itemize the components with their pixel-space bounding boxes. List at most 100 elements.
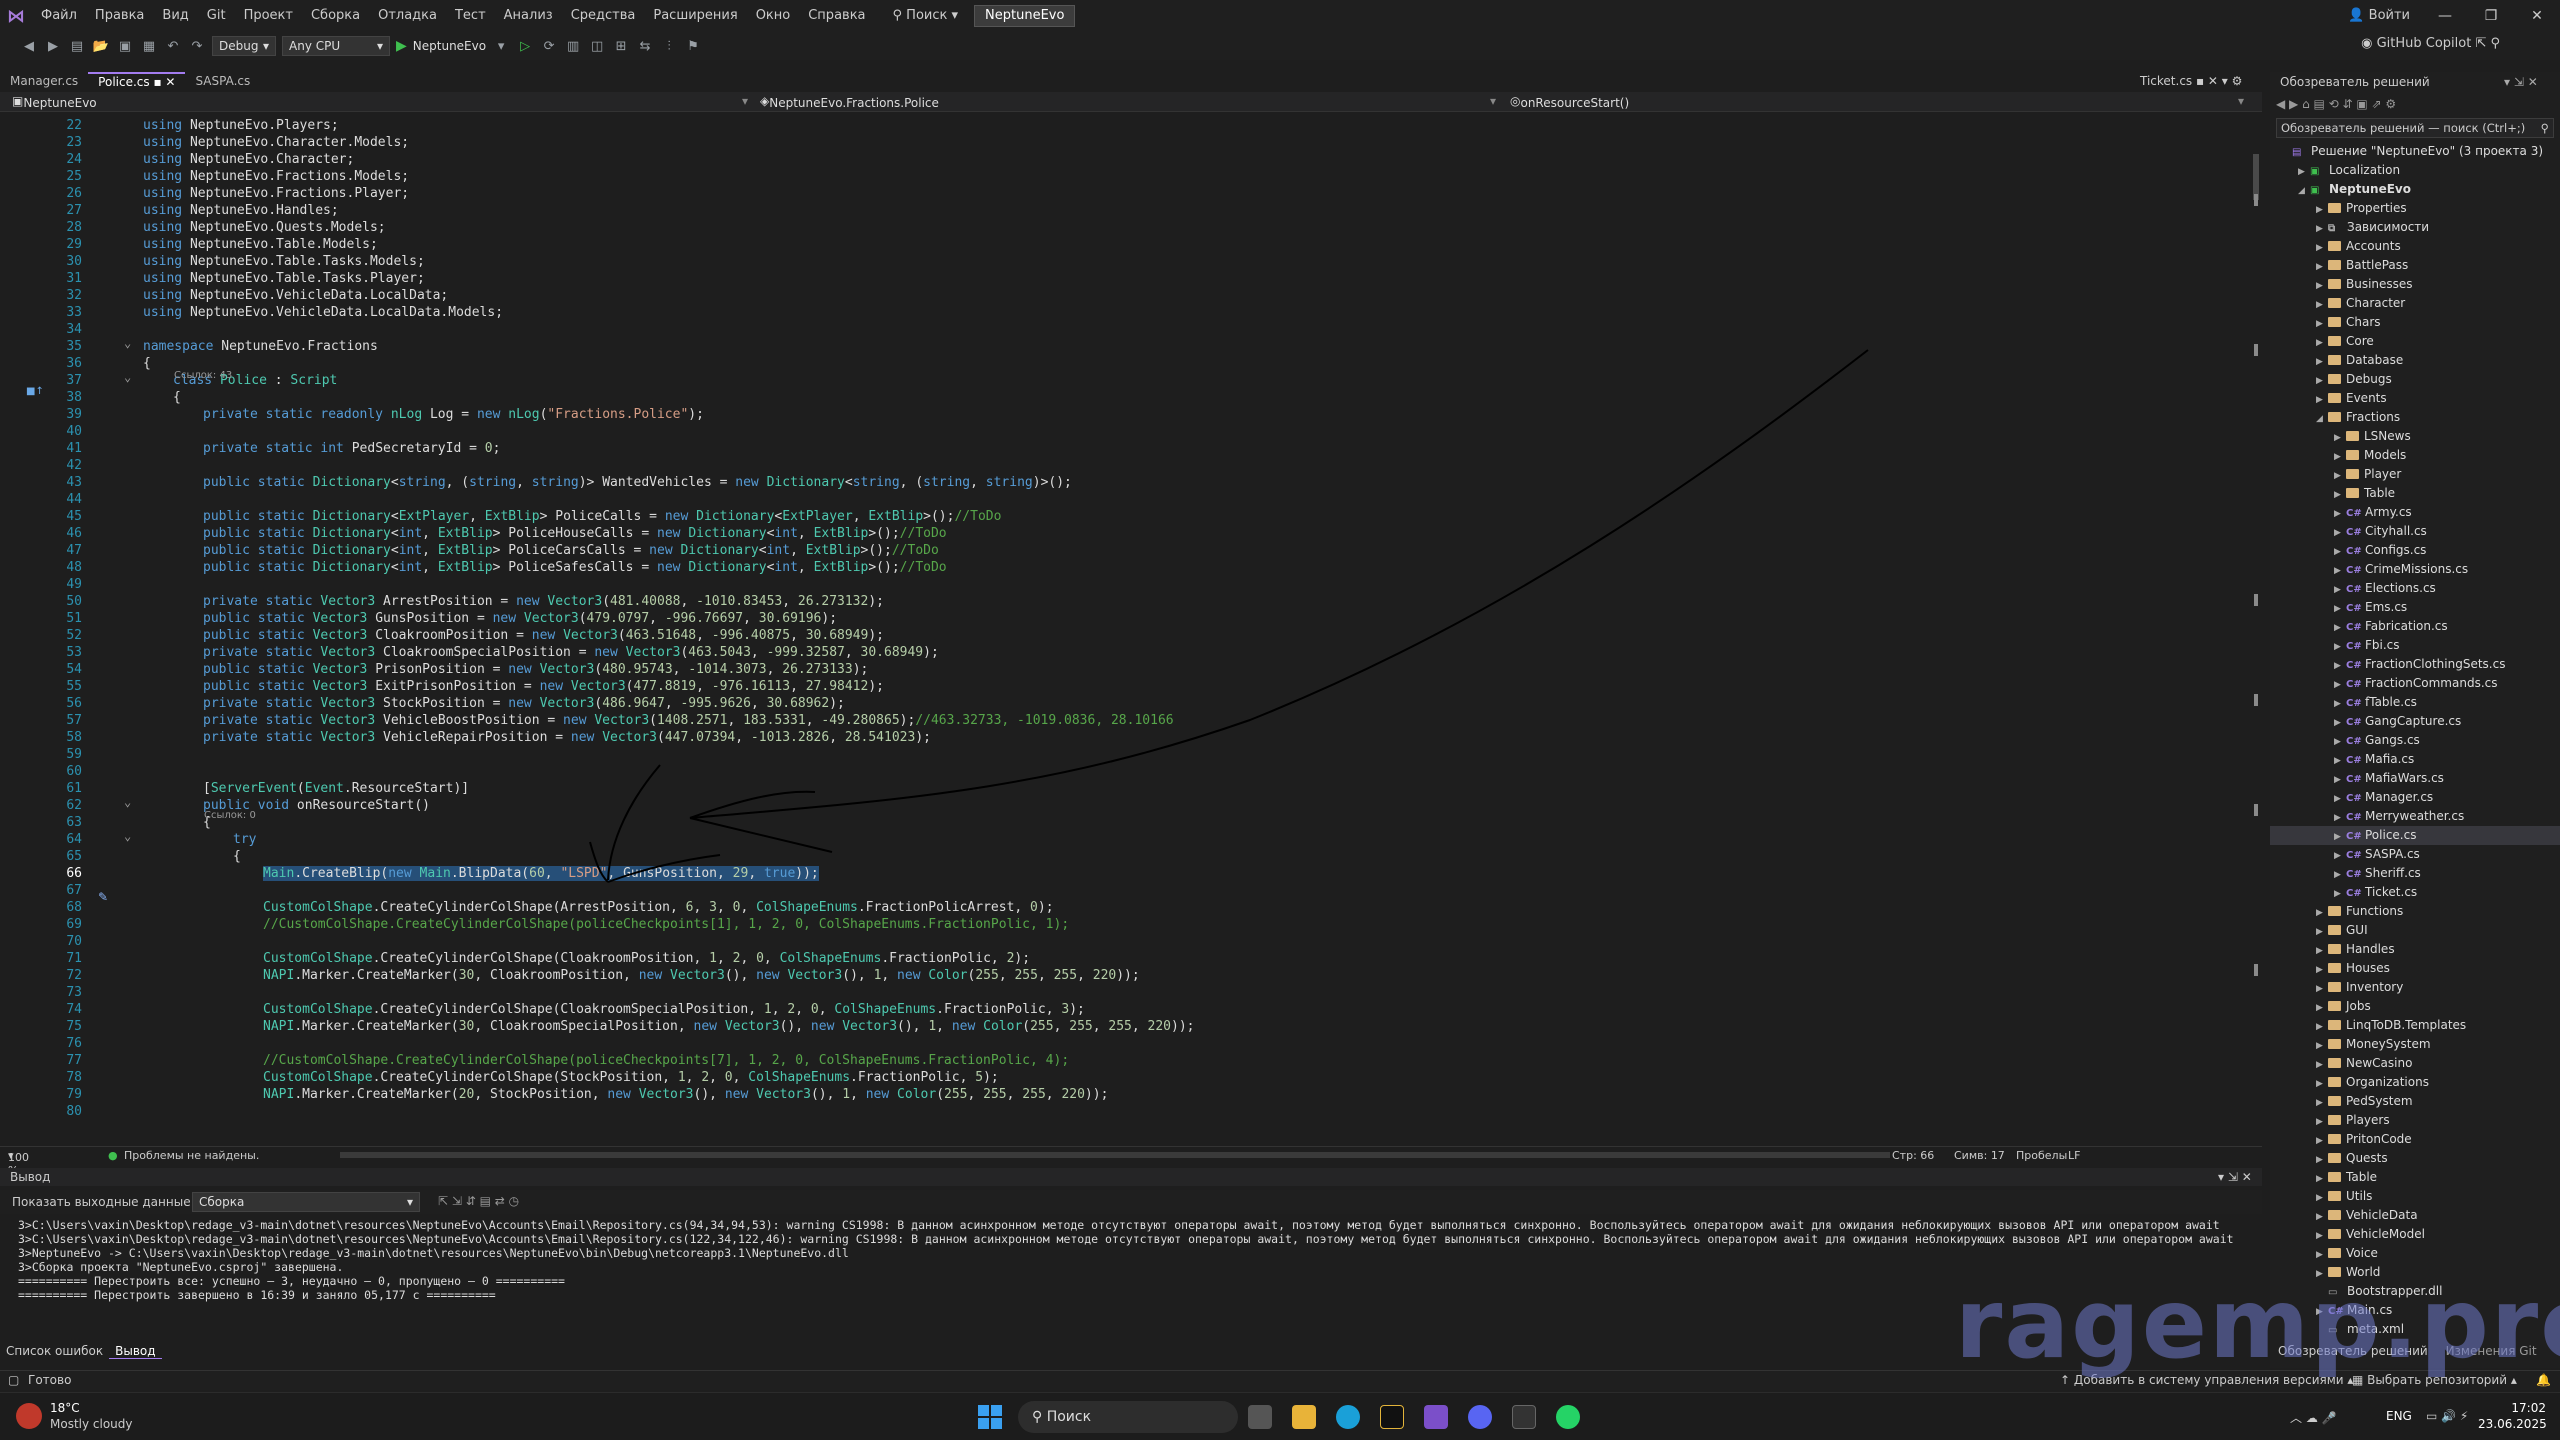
editor-vertical-scrollbar[interactable] <box>2250 114 2262 1142</box>
clock-time[interactable]: 17:02 <box>2488 1401 2546 1415</box>
rider-icon[interactable] <box>1380 1405 1404 1429</box>
bottom-tab-0[interactable]: Список ошибок <box>0 1344 109 1358</box>
code-line[interactable]: CustomColShape.CreateCylinderColShape(St… <box>263 1069 999 1086</box>
network-volume-icons[interactable]: ▭ 🔊 ⚡ <box>2426 1409 2468 1423</box>
code-line[interactable]: { <box>143 355 151 372</box>
code-line[interactable]: using NeptuneEvo.VehicleData.LocalData; <box>143 287 448 304</box>
redo-icon[interactable]: ↷ <box>188 37 206 55</box>
tree-node[interactable]: ▶ Core <box>2270 332 2560 351</box>
github-copilot-button[interactable]: ◉ GitHub Copilot ⇱ ⚲ <box>2361 36 2500 51</box>
sign-in-button[interactable]: 👤 Войти <box>2348 0 2410 32</box>
tree-node[interactable]: ▶ C# Army.cs <box>2270 503 2560 522</box>
tree-node[interactable]: ▶ C# Gangs.cs <box>2270 731 2560 750</box>
tree-node[interactable]: ▶ LSNews <box>2270 427 2560 446</box>
code-line[interactable]: try <box>233 831 256 848</box>
new-project-icon[interactable]: ▤ <box>68 37 86 55</box>
code-line[interactable]: NAPI.Marker.CreateMarker(30, CloakroomSp… <box>263 1018 1195 1035</box>
tree-node[interactable]: ▶ ⧉ Зависимости <box>2270 218 2560 237</box>
code-line[interactable]: public static Vector3 PrisonPosition = n… <box>203 661 868 678</box>
undo-icon[interactable]: ↶ <box>164 37 182 55</box>
visual-studio-logo-icon[interactable]: ⋈ <box>0 0 32 32</box>
system-tray-icons[interactable]: ︿ ☁ 🎤 <box>2290 1409 2337 1426</box>
code-line[interactable]: private static Vector3 ArrestPosition = … <box>203 593 884 610</box>
code-line[interactable]: //CustomColShape.CreateCylinderColShape(… <box>263 916 1069 933</box>
tree-node[interactable]: ▶ Voice <box>2270 1244 2560 1263</box>
close-window-button[interactable]: ✕ <box>2514 0 2560 32</box>
nav-member-chevron-icon[interactable]: ▾ <box>2238 94 2244 108</box>
tree-node[interactable]: ▶ C# Merryweather.cs <box>2270 807 2560 826</box>
fold-toggle-icon[interactable]: ⌄ <box>124 795 131 809</box>
code-line[interactable]: private static Vector3 StockPosition = n… <box>203 695 845 712</box>
tree-node[interactable]: ▶ BattlePass <box>2270 256 2560 275</box>
bookmark-icon[interactable]: ⚑ <box>684 37 702 55</box>
code-line[interactable]: using NeptuneEvo.Fractions.Player; <box>143 185 409 202</box>
edge-browser-icon[interactable] <box>1336 1405 1360 1429</box>
menu-item-10[interactable]: Расширения <box>644 0 746 32</box>
menu-item-6[interactable]: Отладка <box>369 0 446 32</box>
project-name-badge[interactable]: NeptuneEvo <box>974 5 1076 27</box>
tree-node[interactable]: ▶ Accounts <box>2270 237 2560 256</box>
platform-dropdown[interactable]: Any CPU ▾ <box>282 36 390 56</box>
tree-node[interactable]: ▶ C# Fbi.cs <box>2270 636 2560 655</box>
code-line[interactable]: using NeptuneEvo.Fractions.Models; <box>143 168 409 185</box>
caret-line[interactable]: Стр: 66 <box>1892 1149 1934 1162</box>
editor-horizontal-scrollbar[interactable] <box>340 1152 1890 1158</box>
tree-node[interactable]: ▶ Models <box>2270 446 2560 465</box>
tree-node[interactable]: ▶ C# Mafia.cs <box>2270 750 2560 769</box>
nav-project-chevron-icon[interactable]: ▾ <box>742 94 748 108</box>
class-marker-icon[interactable]: ■↑ <box>26 386 44 397</box>
start-debug-icon[interactable]: ▶ <box>396 38 407 54</box>
caret-column[interactable]: Симв: 17 <box>1954 1149 2005 1162</box>
tree-node[interactable]: ◢ ▣ NeptuneEvo <box>2270 180 2560 199</box>
tree-node[interactable]: ▶ Players <box>2270 1111 2560 1130</box>
code-line[interactable]: public static Vector3 GunsPosition = new… <box>203 610 837 627</box>
code-line[interactable]: public static Dictionary<int, ExtBlip> P… <box>203 559 947 576</box>
code-line[interactable]: private static readonly nLog Log = new n… <box>203 406 704 423</box>
nav-project-dropdown[interactable]: ▣ NeptuneEvo <box>12 94 97 110</box>
tree-node[interactable]: ▶ C# SASPA.cs <box>2270 845 2560 864</box>
menu-item-7[interactable]: Тест <box>446 0 495 32</box>
code-line[interactable]: public static Vector3 ExitPrisonPosition… <box>203 678 884 695</box>
menu-item-0[interactable]: Файл <box>32 0 86 32</box>
code-line[interactable]: using NeptuneEvo.Table.Tasks.Player; <box>143 270 425 287</box>
start-without-debug-icon[interactable]: ▷ <box>516 37 534 55</box>
menu-item-11[interactable]: Окно <box>747 0 800 32</box>
menu-item-5[interactable]: Сборка <box>302 0 369 32</box>
menu-item-12[interactable]: Справка <box>799 0 874 32</box>
nav-class-dropdown[interactable]: ◈ NeptuneEvo.Fractions.Police <box>760 94 939 110</box>
tree-node[interactable]: ▶ Properties <box>2270 199 2560 218</box>
tree-node[interactable]: ▶ ▣ Localization <box>2270 161 2560 180</box>
start-button-icon[interactable] <box>978 1405 1002 1429</box>
nav-member-dropdown[interactable]: ◎ onResourceStart() <box>1510 94 1629 110</box>
code-line[interactable]: private static Vector3 VehicleRepairPosi… <box>203 729 931 746</box>
taskbar-search[interactable]: ⚲ Поиск <box>1018 1401 1238 1433</box>
tree-node[interactable]: ▶ C# MafiaWars.cs <box>2270 769 2560 788</box>
code-line[interactable]: using NeptuneEvo.Table.Tasks.Models; <box>143 253 425 270</box>
toolbar-icon-d[interactable]: ⇆ <box>636 37 654 55</box>
code-line[interactable]: using NeptuneEvo.Handles; <box>143 202 339 219</box>
code-line[interactable]: public static Dictionary<ExtPlayer, ExtB… <box>203 508 1001 525</box>
tree-node[interactable]: ▶ C# Elections.cs <box>2270 579 2560 598</box>
weather-temp[interactable]: 18°C <box>50 1401 80 1415</box>
tree-node[interactable]: ▶ Handles <box>2270 940 2560 959</box>
output-tool-icons[interactable]: ⇱ ⇲ ⇵ ▤ ⇄ ◷ <box>438 1194 519 1208</box>
line-ending[interactable]: LF <box>2068 1149 2080 1162</box>
tree-node[interactable]: ▶ LinqToDB.Templates <box>2270 1016 2560 1035</box>
discord-icon[interactable] <box>1468 1405 1492 1429</box>
task-view-icon[interactable] <box>1248 1405 1272 1429</box>
fold-toggle-icon[interactable]: ⌄ <box>124 829 131 843</box>
references-codelens-method[interactable]: Ссылок: 0 <box>204 810 256 821</box>
code-line[interactable]: //CustomColShape.CreateCylinderColShape(… <box>263 1052 1069 1069</box>
save-icon[interactable]: ▣ <box>116 37 134 55</box>
output-pane-controls[interactable]: ▾ ⇲ ✕ <box>2218 1170 2252 1184</box>
tree-node[interactable]: ▶ PritonCode <box>2270 1130 2560 1149</box>
code-line[interactable]: CustomColShape.CreateCylinderColShape(Cl… <box>263 950 1030 967</box>
tree-node[interactable]: ▶ NewCasino <box>2270 1054 2560 1073</box>
code-line[interactable]: namespace NeptuneEvo.Fractions <box>143 338 378 355</box>
whatsapp-icon[interactable] <box>1556 1405 1580 1429</box>
code-line[interactable]: [ServerEvent(Event.ResourceStart)] <box>203 780 469 797</box>
configuration-dropdown[interactable]: Debug ▾ <box>212 36 276 56</box>
tree-node[interactable]: ▶ Houses <box>2270 959 2560 978</box>
tree-node[interactable]: ◢ Fractions <box>2270 408 2560 427</box>
tree-node[interactable]: ▶ C# GangCapture.cs <box>2270 712 2560 731</box>
